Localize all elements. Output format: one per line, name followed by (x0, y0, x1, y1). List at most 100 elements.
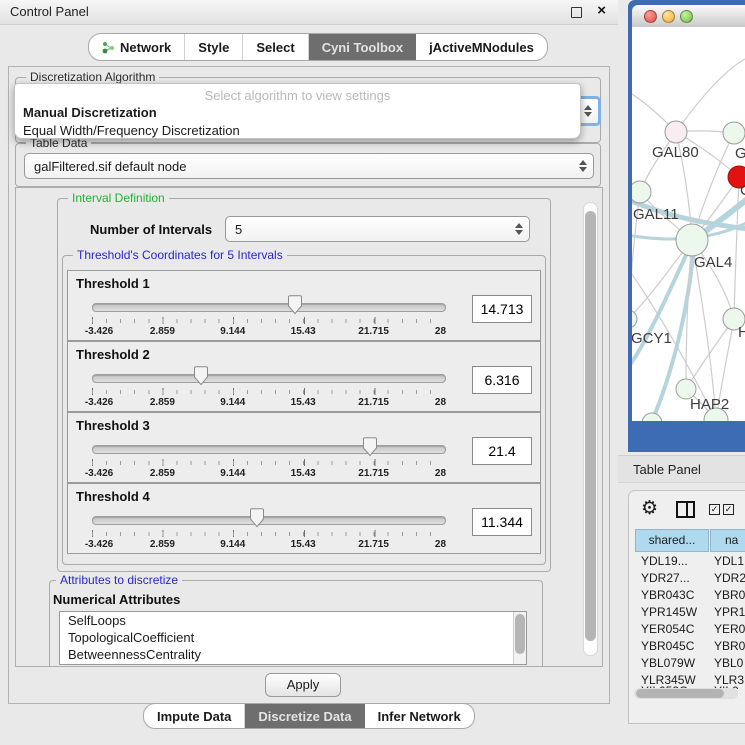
cell: YER054C (641, 622, 694, 636)
network-window-titlebar[interactable] (632, 5, 745, 28)
slider-thumb[interactable] (193, 366, 209, 386)
zoom-button[interactable] (680, 10, 693, 23)
gear-icon[interactable]: ⚙ (641, 497, 658, 520)
attributes-section-title: Attributes to discretize (56, 573, 182, 587)
slider-scale: -3.426 2.859 9.144 15.43 21.715 28 (92, 326, 444, 338)
slider-thumb[interactable] (287, 295, 303, 315)
table-row[interactable]: YPR145WYPR1 (633, 605, 745, 622)
tab-network[interactable]: Network (89, 34, 185, 60)
tab-discretize-data[interactable]: Discretize Data (245, 704, 364, 728)
threshold-4-slider[interactable]: -3.426 2.859 9.144 15.43 21.715 28 (92, 510, 444, 550)
slider-track[interactable] (92, 303, 446, 312)
scale-label: -3.426 (85, 468, 113, 479)
dropdown-option-manual[interactable]: Manual Discretization (15, 104, 580, 122)
cell: YDR2 (714, 571, 745, 585)
scrollbar-thumb[interactable] (515, 614, 525, 654)
list-scrollbar[interactable] (513, 612, 526, 664)
scale-label: 9.144 (220, 539, 245, 550)
slider-thumb[interactable] (249, 508, 265, 528)
algorithm-section-title: Discretization Algorithm (26, 70, 159, 84)
list-item[interactable]: TopologicalCoefficient (60, 629, 526, 646)
numerical-attributes-list[interactable]: SelfLoops TopologicalCoefficient Between… (59, 611, 527, 665)
attributes-section: Attributes to discretize Numerical Attri… (49, 580, 543, 667)
threshold-3-slider[interactable]: -3.426 2.859 9.144 15.43 21.715 28 (92, 439, 444, 479)
cell: YDL19... (641, 554, 688, 568)
cell: YBL079W (641, 656, 695, 670)
tab-jactivemnodules[interactable]: jActiveMNodules (416, 34, 547, 60)
minimize-button[interactable] (662, 10, 675, 23)
cell: YPR1 (714, 605, 745, 619)
tab-infer-network[interactable]: Infer Network (365, 704, 474, 728)
node-top-right[interactable] (723, 122, 745, 144)
network-icon (102, 41, 115, 54)
interval-definition-title: Interval Definition (68, 191, 169, 205)
number-of-intervals-value: 5 (235, 222, 242, 237)
list-item[interactable]: BetweennessCentrality (60, 646, 526, 663)
interval-definition-section: Interval Definition Number of Intervals … (57, 198, 551, 572)
threshold-2-slider[interactable]: -3.426 2.859 9.144 15.43 21.715 28 (92, 368, 444, 408)
table-row[interactable]: YER054CYER0 (633, 622, 745, 639)
cell: YBL0 (714, 656, 743, 670)
list-item[interactable]: SelfLoops (60, 612, 526, 629)
apply-button[interactable]: Apply (265, 673, 341, 697)
window-title: Control Panel (10, 4, 89, 19)
settings-scrollbar[interactable] (583, 202, 598, 656)
table-row[interactable]: YBR045CYBR0 (633, 639, 745, 656)
scrollbar-thumb[interactable] (636, 689, 724, 698)
threshold-2-value-field[interactable] (472, 366, 532, 394)
dropdown-option-equal-width[interactable]: Equal Width/Frequency Discretization (15, 122, 580, 140)
node-gal11[interactable] (632, 181, 651, 203)
split-view-icon[interactable] (676, 501, 695, 518)
slider-track[interactable] (92, 516, 446, 525)
bottom-tabbar: Impute Data Discretize Data Infer Networ… (143, 703, 475, 729)
slider-track[interactable] (92, 374, 446, 383)
node-bottom-left[interactable] (642, 413, 662, 421)
node-label-partial-c: C (740, 182, 745, 199)
checkbox-icon[interactable]: ✓ (709, 504, 720, 515)
cell: YDL1 (714, 554, 744, 568)
tab-label: Discretize Data (258, 709, 351, 724)
network-canvas[interactable]: GAL80 G C GAL11 GAL4 GCY1 H HAP2 (632, 27, 745, 421)
settings-scroll-area: Interval Definition Number of Intervals … (15, 187, 603, 667)
scrollbar-thumb[interactable] (585, 211, 596, 641)
number-of-intervals-combobox[interactable]: 5 (225, 216, 530, 242)
scale-label: 9.144 (220, 326, 245, 337)
threshold-1-value-field[interactable] (472, 295, 532, 323)
tab-select[interactable]: Select (243, 34, 308, 60)
threshold-1-slider[interactable]: -3.426 2.859 9.144 15.43 21.715 28 (92, 297, 444, 337)
column-header-shared-name[interactable]: shared... (635, 529, 709, 552)
table-data-section: Table Data galFiltered.sif default node (15, 143, 601, 187)
scale-label: 9.144 (220, 468, 245, 479)
tab-cyni-toolbox[interactable]: Cyni Toolbox (309, 34, 416, 60)
table-panel-title: Table Panel (633, 462, 701, 477)
node-gal4[interactable] (676, 224, 708, 256)
close-icon[interactable]: × (597, 2, 606, 19)
network-graph: GAL80 G C GAL11 GAL4 GCY1 H HAP2 (632, 27, 745, 421)
close-button[interactable] (644, 10, 657, 23)
tab-label: Style (198, 40, 229, 55)
slider-scale: -3.426 2.859 9.144 15.43 21.715 28 (92, 468, 444, 480)
combo-arrows-icon (579, 160, 586, 172)
table-row[interactable]: YDR27...YDR2 (633, 571, 745, 588)
float-window-icon[interactable] (571, 7, 582, 18)
node-gal80[interactable] (665, 121, 687, 143)
tab-impute-data[interactable]: Impute Data (144, 704, 245, 728)
node-gcy1[interactable] (632, 310, 637, 328)
table-horizontal-scrollbar[interactable] (634, 688, 738, 699)
node-label-partial-g: G (735, 145, 745, 162)
tab-label: Cyni Toolbox (322, 40, 403, 55)
threshold-3-value-field[interactable] (472, 437, 532, 465)
column-header-name[interactable]: na (710, 529, 745, 552)
threshold-4-value-field[interactable] (472, 508, 532, 536)
table-row[interactable]: YDL19... YDL1 (633, 554, 745, 571)
checkbox-icon[interactable]: ✓ (723, 504, 734, 515)
slider-thumb[interactable] (362, 437, 378, 457)
table-row[interactable]: YBR043CYBR0 (633, 588, 745, 605)
tab-style[interactable]: Style (185, 34, 243, 60)
slider-track[interactable] (92, 445, 446, 454)
tab-label: Infer Network (378, 709, 461, 724)
scale-label: 2.859 (150, 539, 175, 550)
table-data-combobox[interactable]: galFiltered.sif default node (24, 153, 594, 179)
table-row[interactable]: YBL079W YBL0 (633, 656, 745, 673)
threshold-3-row: Threshold 3 -3.426 2.859 (67, 412, 541, 483)
